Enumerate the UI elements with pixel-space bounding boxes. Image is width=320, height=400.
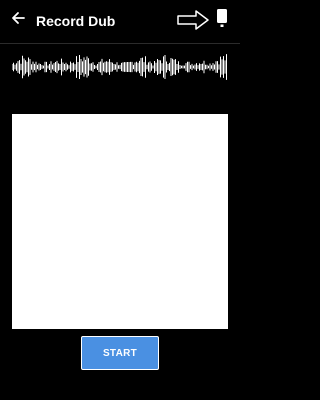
video-preview xyxy=(12,114,228,329)
phone-icon xyxy=(216,8,228,33)
header-divider xyxy=(0,43,240,44)
audio-waveform xyxy=(11,52,228,82)
app-bar: Record Dub xyxy=(0,0,240,44)
arrow-left-icon xyxy=(10,10,26,31)
arrow-right-outline-icon xyxy=(176,8,210,32)
page-title: Record Dub xyxy=(36,13,116,29)
back-button[interactable] xyxy=(6,8,30,32)
start-button[interactable]: START xyxy=(81,336,159,370)
device-button[interactable] xyxy=(212,8,232,32)
